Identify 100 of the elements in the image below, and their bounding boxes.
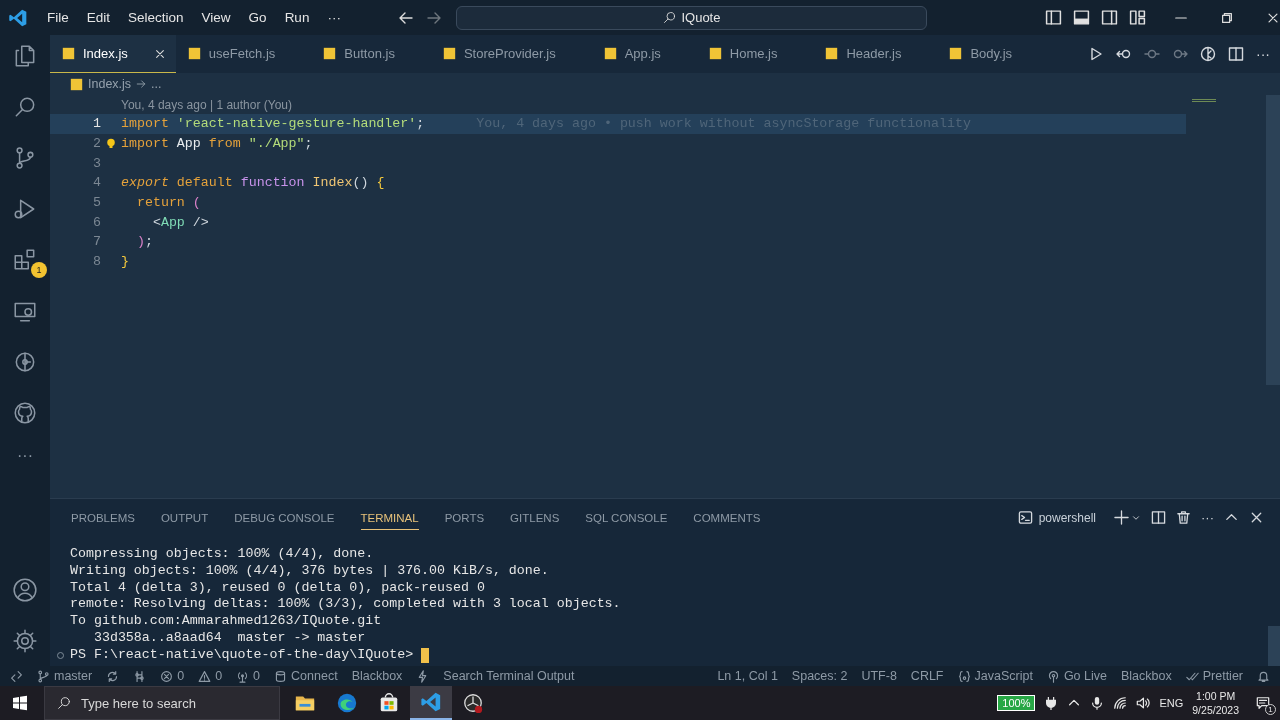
- more-button[interactable]: ···: [1201, 510, 1214, 525]
- start-icon[interactable]: [12, 695, 28, 711]
- editor-tab[interactable]: App.js: [591, 35, 697, 73]
- microphone-icon[interactable]: [1090, 696, 1105, 710]
- status-item[interactable]: Spaces: 2: [791, 669, 848, 683]
- braces-icon[interactable]: [957, 669, 971, 683]
- status-item[interactable]: 0: [177, 669, 185, 683]
- menu-item[interactable]: View: [192, 6, 240, 29]
- tab-label: Index.js: [83, 46, 128, 61]
- run-icon[interactable]: [1088, 46, 1104, 62]
- tab-label: Button.js: [344, 46, 395, 61]
- terminal-cursor: [421, 647, 430, 663]
- line-number: 2: [92, 136, 101, 152]
- status-item[interactable]: Prettier: [1202, 669, 1243, 683]
- status-item[interactable]: CRLF: [910, 669, 944, 683]
- antenna-icon[interactable]: [236, 669, 250, 683]
- notification-icon[interactable]: [1256, 696, 1270, 710]
- split-terminal-icon[interactable]: [1151, 510, 1166, 525]
- status-item[interactable]: JavaScript: [974, 669, 1033, 683]
- speaker-icon[interactable]: [1136, 696, 1151, 710]
- terminal-name[interactable]: powershell: [1038, 510, 1096, 525]
- line-number: 3: [92, 155, 101, 171]
- code-line: }: [121, 254, 129, 270]
- code-line: return (: [135, 195, 201, 211]
- menu-item[interactable]: File: [38, 6, 78, 29]
- error-icon[interactable]: [160, 669, 174, 683]
- bell-icon[interactable]: [1257, 669, 1270, 683]
- plus-icon[interactable]: [1114, 510, 1129, 525]
- line-number: 5: [92, 195, 101, 211]
- chevron-icon: [136, 79, 147, 89]
- branch-icon[interactable]: [37, 669, 50, 683]
- editor-tab[interactable]: Index.js: [50, 35, 176, 73]
- status-item[interactable]: Blackbox: [1120, 669, 1172, 683]
- more-button[interactable]: ···: [17, 451, 33, 461]
- panel-tab[interactable]: OUTPUT: [160, 505, 209, 530]
- status-item[interactable]: Go Live: [1063, 669, 1107, 683]
- settings-icon[interactable]: [12, 628, 38, 654]
- account-icon[interactable]: [12, 577, 38, 603]
- tab-label: Header.js: [846, 46, 902, 61]
- more-button[interactable]: ···: [1256, 46, 1270, 62]
- panel-tab[interactable]: COMMENTS: [693, 505, 761, 530]
- count-badge: 1: [1265, 704, 1276, 715]
- menu-item[interactable]: Go: [239, 6, 276, 29]
- battery-indicator: 100%: [997, 695, 1036, 711]
- breadcrumb-item[interactable]: ...: [151, 77, 162, 91]
- status-item[interactable]: 0: [253, 669, 261, 683]
- close-icon[interactable]: [153, 47, 166, 60]
- layout-left-icon[interactable]: [1045, 9, 1062, 26]
- code-editor-icon: [420, 691, 442, 713]
- graph-icon[interactable]: [133, 669, 147, 683]
- language-indicator[interactable]: ENG: [1159, 697, 1184, 709]
- layout-grid-icon[interactable]: [1129, 9, 1146, 26]
- restore-icon[interactable]: [1220, 10, 1234, 25]
- clock-date: 9/25/2023: [1192, 703, 1239, 717]
- status-item[interactable]: 0: [215, 669, 223, 683]
- code-line: import App from "./App";: [121, 136, 313, 152]
- close-icon[interactable]: [1249, 510, 1264, 525]
- command-center[interactable]: IQuote: [455, 5, 927, 30]
- github-icon[interactable]: [12, 400, 38, 426]
- status-item[interactable]: Search Terminal Output: [443, 669, 575, 683]
- menu-item[interactable]: Run: [275, 6, 319, 29]
- lightbulb-icon[interactable]: [105, 137, 117, 151]
- remote-icon[interactable]: [10, 669, 23, 683]
- tab-label: useFetch.js: [208, 46, 276, 61]
- search-field[interactable]: Type here to search: [44, 686, 280, 720]
- status-item[interactable]: Blackbox: [351, 669, 403, 683]
- compass-icon[interactable]: [1200, 46, 1216, 62]
- status-item[interactable]: UTF-8: [861, 669, 897, 683]
- editor-tab[interactable]: Body.js: [937, 35, 1049, 73]
- wifi-icon[interactable]: [1113, 696, 1128, 710]
- panel-tab[interactable]: DEBUG CONSOLE: [234, 505, 335, 530]
- database-icon[interactable]: [274, 669, 288, 683]
- editor-tab[interactable]: StoreProvider.js: [430, 35, 592, 73]
- editor-tab[interactable]: Header.js: [813, 35, 938, 73]
- layout-bottom-icon[interactable]: [1073, 9, 1090, 26]
- panel-tab[interactable]: TERMINAL: [360, 505, 419, 530]
- panel-tab[interactable]: PORTS: [444, 505, 485, 530]
- breadcrumb-item[interactable]: Index.js: [88, 77, 132, 91]
- panel-tab[interactable]: PROBLEMS: [71, 505, 135, 530]
- broadcast-icon[interactable]: [1046, 669, 1060, 683]
- editor-tab[interactable]: useFetch.js: [175, 35, 312, 73]
- trash-icon[interactable]: [1176, 510, 1191, 525]
- blame-header[interactable]: You, 4 days ago | 1 author (You): [121, 97, 293, 112]
- status-item[interactable]: Ln 1, Col 1: [717, 669, 778, 683]
- menu-item[interactable]: Selection: [119, 6, 193, 29]
- code-line: );: [135, 234, 153, 250]
- search-icon: [56, 695, 72, 711]
- clock-time: 1:00 PM: [1196, 689, 1236, 703]
- split-editor-icon[interactable]: [1228, 46, 1244, 62]
- panel-tab[interactable]: SQL CONSOLE: [585, 505, 668, 530]
- editor-tab[interactable]: Button.js: [311, 35, 431, 73]
- menu-item[interactable]: ···: [318, 6, 350, 29]
- menu-item[interactable]: Edit: [77, 6, 120, 29]
- editor-tab[interactable]: Home.js: [696, 35, 814, 73]
- warning-icon[interactable]: [198, 669, 212, 683]
- sync-icon[interactable]: [106, 669, 120, 683]
- panel-tab[interactable]: GITLENS: [510, 505, 560, 530]
- status-item[interactable]: master: [54, 669, 93, 683]
- layout-right-icon[interactable]: [1101, 9, 1118, 26]
- status-item[interactable]: Connect: [291, 669, 338, 683]
